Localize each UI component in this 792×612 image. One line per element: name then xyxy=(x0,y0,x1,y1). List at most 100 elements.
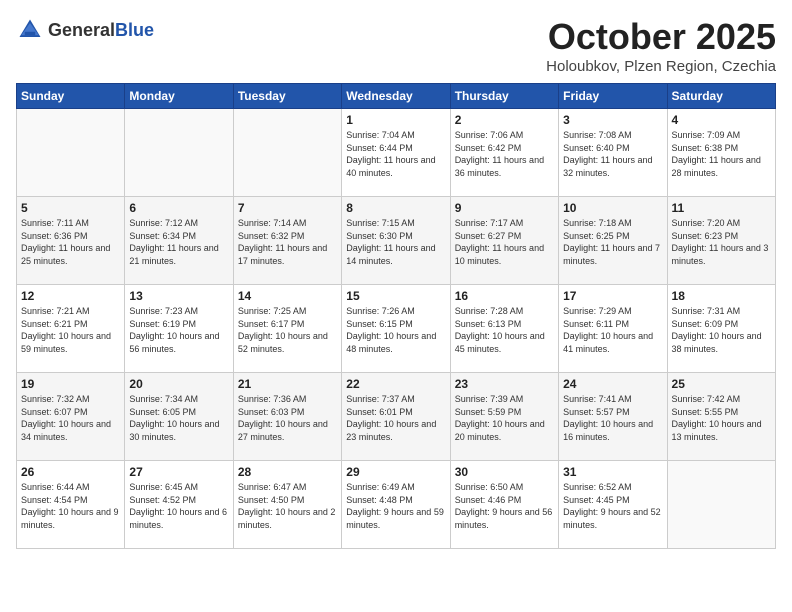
weekday-header: Thursday xyxy=(450,84,558,109)
day-number: 29 xyxy=(346,465,445,479)
day-info: Sunrise: 7:36 AM Sunset: 6:03 PM Dayligh… xyxy=(238,393,337,443)
logo-general-text: General xyxy=(48,20,115,40)
calendar-cell: 20 Sunrise: 7:34 AM Sunset: 6:05 PM Dayli… xyxy=(125,373,233,461)
day-info: Sunrise: 7:08 AM Sunset: 6:40 PM Dayligh… xyxy=(563,129,662,179)
day-info: Sunrise: 7:20 AM Sunset: 6:23 PM Dayligh… xyxy=(672,217,771,267)
day-number: 16 xyxy=(455,289,554,303)
calendar-cell: 21 Sunrise: 7:36 AM Sunset: 6:03 PM Dayli… xyxy=(233,373,341,461)
calendar-week-row: 12 Sunrise: 7:21 AM Sunset: 6:21 PM Dayli… xyxy=(17,285,776,373)
day-number: 24 xyxy=(563,377,662,391)
day-info: Sunrise: 6:44 AM Sunset: 4:54 PM Dayligh… xyxy=(21,481,120,531)
calendar-cell: 4 Sunrise: 7:09 AM Sunset: 6:38 PM Daylig… xyxy=(667,109,775,197)
day-info: Sunrise: 7:06 AM Sunset: 6:42 PM Dayligh… xyxy=(455,129,554,179)
day-number: 10 xyxy=(563,201,662,215)
page-header: GeneralBlue October 2025 Holoubkov, Plze… xyxy=(16,16,776,75)
day-number: 13 xyxy=(129,289,228,303)
calendar-table: SundayMondayTuesdayWednesdayThursdayFrid… xyxy=(16,83,776,549)
calendar-cell: 29 Sunrise: 6:49 AM Sunset: 4:48 PM Dayli… xyxy=(342,461,450,549)
day-number: 9 xyxy=(455,201,554,215)
weekday-header: Monday xyxy=(125,84,233,109)
day-number: 4 xyxy=(672,113,771,127)
day-number: 3 xyxy=(563,113,662,127)
calendar-cell: 27 Sunrise: 6:45 AM Sunset: 4:52 PM Dayli… xyxy=(125,461,233,549)
day-info: Sunrise: 7:04 AM Sunset: 6:44 PM Dayligh… xyxy=(346,129,445,179)
day-number: 15 xyxy=(346,289,445,303)
day-info: Sunrise: 7:41 AM Sunset: 5:57 PM Dayligh… xyxy=(563,393,662,443)
day-info: Sunrise: 7:31 AM Sunset: 6:09 PM Dayligh… xyxy=(672,305,771,355)
calendar-body: 1 Sunrise: 7:04 AM Sunset: 6:44 PM Daylig… xyxy=(17,109,776,549)
weekday-header-row: SundayMondayTuesdayWednesdayThursdayFrid… xyxy=(17,84,776,109)
calendar-cell: 12 Sunrise: 7:21 AM Sunset: 6:21 PM Dayli… xyxy=(17,285,125,373)
calendar-cell: 23Sunrise: 7:39 AM Sunset: 5:59 PM Dayli… xyxy=(450,373,558,461)
day-number: 2 xyxy=(455,113,554,127)
calendar-cell xyxy=(125,109,233,197)
weekday-header: Wednesday xyxy=(342,84,450,109)
weekday-header: Sunday xyxy=(17,84,125,109)
month-title: October 2025 xyxy=(546,16,776,58)
calendar-week-row: 5 Sunrise: 7:11 AM Sunset: 6:36 PM Daylig… xyxy=(17,197,776,285)
day-number: 12 xyxy=(21,289,120,303)
location-title: Holoubkov, Plzen Region, Czechia xyxy=(546,58,776,75)
day-number: 18 xyxy=(672,289,771,303)
day-number: 14 xyxy=(238,289,337,303)
day-info: Sunrise: 7:34 AM Sunset: 6:05 PM Dayligh… xyxy=(129,393,228,443)
calendar-week-row: 26Sunrise: 6:44 AM Sunset: 4:54 PM Dayli… xyxy=(17,461,776,549)
day-info: Sunrise: 7:32 AM Sunset: 6:07 PM Dayligh… xyxy=(21,393,120,443)
day-number: 25 xyxy=(672,377,771,391)
day-number: 31 xyxy=(563,465,662,479)
day-number: 1 xyxy=(346,113,445,127)
day-number: 27 xyxy=(129,465,228,479)
calendar-cell xyxy=(233,109,341,197)
calendar-cell: 28Sunrise: 6:47 AM Sunset: 4:50 PM Dayli… xyxy=(233,461,341,549)
day-number: 21 xyxy=(238,377,337,391)
calendar-cell: 19 Sunrise: 7:32 AM Sunset: 6:07 PM Dayli… xyxy=(17,373,125,461)
calendar-cell: 26Sunrise: 6:44 AM Sunset: 4:54 PM Dayli… xyxy=(17,461,125,549)
day-info: Sunrise: 7:17 AM Sunset: 6:27 PM Dayligh… xyxy=(455,217,554,267)
day-info: Sunrise: 7:23 AM Sunset: 6:19 PM Dayligh… xyxy=(129,305,228,355)
day-info: Sunrise: 6:49 AM Sunset: 4:48 PM Dayligh… xyxy=(346,481,445,531)
day-info: Sunrise: 7:12 AM Sunset: 6:34 PM Dayligh… xyxy=(129,217,228,267)
day-info: Sunrise: 7:28 AM Sunset: 6:13 PM Dayligh… xyxy=(455,305,554,355)
calendar-cell: 10Sunrise: 7:18 AM Sunset: 6:25 PM Dayli… xyxy=(559,197,667,285)
calendar-cell: 22Sunrise: 7:37 AM Sunset: 6:01 PM Dayli… xyxy=(342,373,450,461)
calendar-cell: 6Sunrise: 7:12 AM Sunset: 6:34 PM Daylig… xyxy=(125,197,233,285)
day-info: Sunrise: 7:21 AM Sunset: 6:21 PM Dayligh… xyxy=(21,305,120,355)
calendar-cell: 14 Sunrise: 7:25 AM Sunset: 6:17 PM Dayli… xyxy=(233,285,341,373)
day-number: 19 xyxy=(21,377,120,391)
calendar-cell: 25Sunrise: 7:42 AM Sunset: 5:55 PM Dayli… xyxy=(667,373,775,461)
calendar-cell: 15 Sunrise: 7:26 AM Sunset: 6:15 PM Dayli… xyxy=(342,285,450,373)
calendar-cell: 31 Sunrise: 6:52 AM Sunset: 4:45 PM Dayli… xyxy=(559,461,667,549)
calendar-cell: 30Sunrise: 6:50 AM Sunset: 4:46 PM Dayli… xyxy=(450,461,558,549)
day-info: Sunrise: 7:29 AM Sunset: 6:11 PM Dayligh… xyxy=(563,305,662,355)
calendar-cell: 1 Sunrise: 7:04 AM Sunset: 6:44 PM Daylig… xyxy=(342,109,450,197)
day-info: Sunrise: 7:25 AM Sunset: 6:17 PM Dayligh… xyxy=(238,305,337,355)
day-info: Sunrise: 7:11 AM Sunset: 6:36 PM Dayligh… xyxy=(21,217,120,267)
calendar-cell: 5 Sunrise: 7:11 AM Sunset: 6:36 PM Daylig… xyxy=(17,197,125,285)
day-info: Sunrise: 7:37 AM Sunset: 6:01 PM Dayligh… xyxy=(346,393,445,443)
calendar-cell: 16 Sunrise: 7:28 AM Sunset: 6:13 PM Dayli… xyxy=(450,285,558,373)
day-number: 23 xyxy=(455,377,554,391)
day-number: 20 xyxy=(129,377,228,391)
weekday-header: Tuesday xyxy=(233,84,341,109)
day-number: 8 xyxy=(346,201,445,215)
calendar-cell: 18 Sunrise: 7:31 AM Sunset: 6:09 PM Dayli… xyxy=(667,285,775,373)
day-number: 11 xyxy=(672,201,771,215)
day-info: Sunrise: 6:50 AM Sunset: 4:46 PM Dayligh… xyxy=(455,481,554,531)
calendar-cell: 2 Sunrise: 7:06 AM Sunset: 6:42 PM Daylig… xyxy=(450,109,558,197)
calendar-cell: 9 Sunrise: 7:17 AM Sunset: 6:27 PM Daylig… xyxy=(450,197,558,285)
calendar-cell xyxy=(17,109,125,197)
day-info: Sunrise: 7:26 AM Sunset: 6:15 PM Dayligh… xyxy=(346,305,445,355)
day-info: Sunrise: 7:09 AM Sunset: 6:38 PM Dayligh… xyxy=(672,129,771,179)
calendar-cell: 7Sunrise: 7:14 AM Sunset: 6:32 PM Daylig… xyxy=(233,197,341,285)
day-number: 5 xyxy=(21,201,120,215)
title-block: October 2025 Holoubkov, Plzen Region, Cz… xyxy=(546,16,776,75)
day-info: Sunrise: 6:45 AM Sunset: 4:52 PM Dayligh… xyxy=(129,481,228,531)
calendar-cell: 8Sunrise: 7:15 AM Sunset: 6:30 PM Daylig… xyxy=(342,197,450,285)
calendar-header: SundayMondayTuesdayWednesdayThursdayFrid… xyxy=(17,84,776,109)
day-number: 17 xyxy=(563,289,662,303)
calendar-week-row: 19 Sunrise: 7:32 AM Sunset: 6:07 PM Dayli… xyxy=(17,373,776,461)
logo-icon xyxy=(16,16,44,44)
calendar-cell: 13 Sunrise: 7:23 AM Sunset: 6:19 PM Dayli… xyxy=(125,285,233,373)
weekday-header: Friday xyxy=(559,84,667,109)
day-info: Sunrise: 6:52 AM Sunset: 4:45 PM Dayligh… xyxy=(563,481,662,531)
